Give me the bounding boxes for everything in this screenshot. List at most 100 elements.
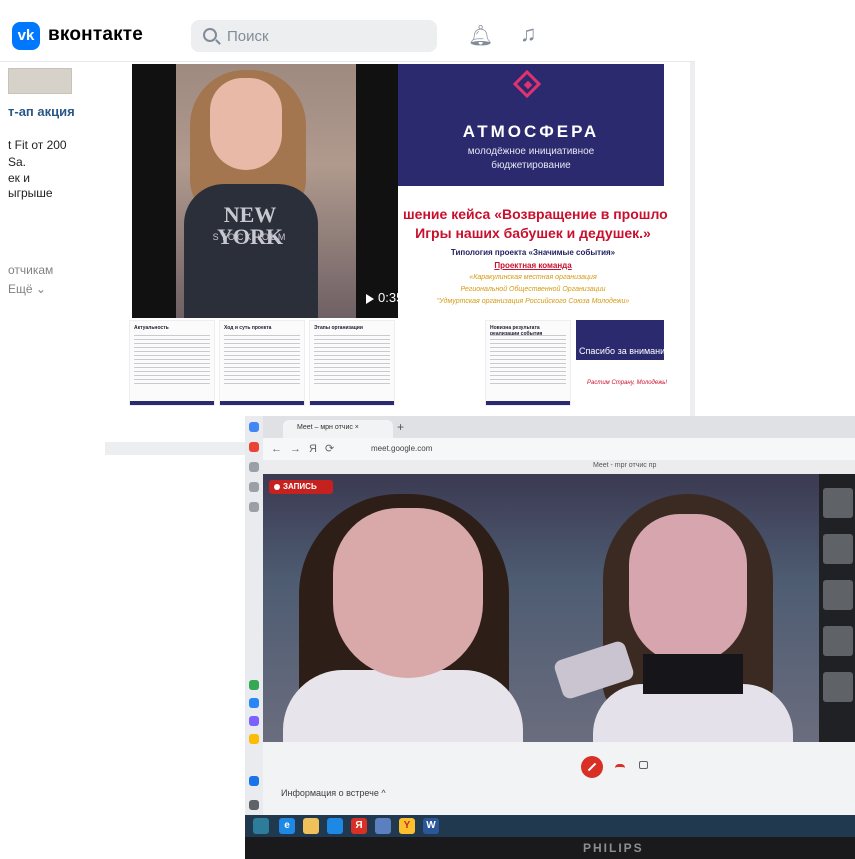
meet-window: Meet - mpr отчис пр ЗАПИСЬ Информация о … bbox=[263, 460, 855, 815]
search-input[interactable]: Поиск bbox=[191, 20, 437, 52]
record-dot-icon bbox=[274, 484, 280, 490]
history-icon[interactable] bbox=[249, 462, 259, 472]
case-org-line: "Удмуртская организация Российского Союз… bbox=[436, 298, 630, 305]
captions-icon[interactable] bbox=[639, 761, 648, 769]
shirt-print-subtext: STOCKHOLM bbox=[212, 232, 288, 242]
case-title-line: Игры наших бабушек и дедушек.» bbox=[415, 225, 651, 241]
new-tab-icon[interactable]: + bbox=[397, 420, 404, 434]
word-icon[interactable]: W bbox=[423, 818, 439, 834]
slide-subtitle: бюджетирование bbox=[491, 160, 571, 171]
video-feed bbox=[263, 474, 819, 742]
start-icon[interactable] bbox=[253, 818, 269, 834]
post-attachments: NEW YORK STOCKHOLM 0:35 АТМОСФЕРА молодё… bbox=[105, 62, 690, 442]
thumbnail-title: Актуальность bbox=[134, 325, 169, 331]
subscribers-link[interactable]: отчикам bbox=[8, 263, 53, 277]
mic-off-button[interactable] bbox=[581, 756, 603, 778]
folder-icon[interactable] bbox=[303, 818, 319, 834]
play-icon[interactable] bbox=[366, 294, 374, 304]
windows-taskbar: e Я Y W bbox=[245, 815, 855, 837]
case-team-heading: Проектная команда bbox=[494, 261, 572, 270]
slide-thumbnail[interactable]: Этапы организации bbox=[309, 320, 395, 406]
thumbnail-text bbox=[224, 335, 300, 385]
thumbnail-footer bbox=[310, 401, 394, 405]
downloads-icon[interactable] bbox=[249, 502, 259, 512]
thanks-text: Спасибо за внимание bbox=[579, 346, 671, 356]
browser-logo-icon[interactable] bbox=[249, 422, 259, 432]
vk-brand-name[interactable]: вконтакте bbox=[48, 24, 143, 46]
participant-sweater bbox=[283, 670, 523, 742]
case-typology: Типология проекта «Значимые события» bbox=[450, 248, 616, 257]
participant-face bbox=[333, 508, 483, 678]
thumbnail-text bbox=[490, 335, 566, 385]
slide-brand-title: АТМОСФЕРА bbox=[462, 122, 600, 141]
ad-title[interactable]: т-ап акция bbox=[8, 104, 75, 119]
yandex-icon[interactable]: Я bbox=[351, 818, 367, 834]
participant-face bbox=[629, 514, 747, 664]
ad-thumbnail[interactable] bbox=[8, 68, 72, 94]
bell-icon[interactable]: 🔔︎ bbox=[468, 24, 493, 48]
video-duration: 0:35 bbox=[378, 290, 398, 305]
thumbnail-text bbox=[314, 335, 390, 385]
app-icon[interactable] bbox=[249, 776, 259, 786]
participant-collar bbox=[643, 654, 743, 694]
slide-thumbnail[interactable]: Актуальность bbox=[129, 320, 215, 406]
ie-icon[interactable]: e bbox=[279, 818, 295, 834]
app-icon[interactable] bbox=[375, 818, 391, 834]
slide-thumbnail[interactable]: Ход и суть проекта bbox=[219, 320, 305, 406]
vk-left-sidebar: т-ап акция t Fit от 200 Sa. ек и ыгрыше … bbox=[0, 62, 105, 455]
thumbnail-footer bbox=[130, 401, 214, 405]
slide-atmosfera[interactable]: АТМОСФЕРА молодёжное инициативное бюджет… bbox=[398, 64, 664, 186]
monitor-bezel bbox=[245, 837, 855, 859]
vk-header: vk вконтакте Поиск 🔔︎ ♫ bbox=[0, 0, 695, 62]
participant-tile[interactable] bbox=[823, 534, 853, 564]
vk-logo[interactable]: vk bbox=[12, 22, 40, 50]
case-org-line: Региональной Общественной Организации bbox=[460, 286, 606, 293]
app-icon[interactable] bbox=[249, 716, 259, 726]
case-org-line: «Каракулинская местная организация bbox=[469, 274, 597, 281]
meeting-info-button[interactable]: Информация о встрече ^ bbox=[281, 788, 386, 798]
more-menu-link[interactable]: Ещё ⌄ bbox=[8, 282, 46, 296]
settings-icon[interactable] bbox=[249, 800, 259, 810]
ad-text-line: ыгрыше bbox=[8, 186, 53, 200]
recording-badge: ЗАПИСЬ bbox=[269, 480, 333, 494]
slide-subtitle: молодёжное инициативное bbox=[467, 146, 595, 157]
window-title: Meet - mpr отчис пр bbox=[593, 462, 657, 469]
search-placeholder: Поиск bbox=[227, 28, 269, 45]
vk-window: vk вконтакте Поиск 🔔︎ ♫ т-ап акция t Fit… bbox=[0, 0, 695, 455]
music-icon[interactable]: ♫ bbox=[520, 22, 537, 46]
yandex-browser-icon[interactable]: Y bbox=[399, 818, 415, 834]
address-bar: ←→Я⟳ meet.google.com bbox=[263, 438, 855, 460]
participant-tile[interactable] bbox=[823, 672, 853, 702]
notification-icon[interactable] bbox=[249, 442, 259, 452]
url-field[interactable]: meet.google.com bbox=[371, 444, 432, 453]
monitor-brand-label: PHILIPS bbox=[583, 841, 644, 855]
thanks-subtext: Растим Страну, Молодежь! bbox=[587, 380, 668, 386]
star-icon[interactable] bbox=[249, 482, 259, 492]
monitor-photo: Meet – мрн отчис × + ←→Я⟳ meet.google.co… bbox=[245, 416, 855, 859]
participant-tile[interactable] bbox=[823, 580, 853, 610]
ad-text-line: Sa. bbox=[8, 155, 27, 169]
slide-thumbnail[interactable]: Новизна результата реализации события bbox=[485, 320, 571, 406]
ad-text-line: ек и bbox=[8, 171, 30, 185]
nav-arrows-icon[interactable]: ←→Я⟳ bbox=[271, 442, 342, 455]
case-title-line: шение кейса «Возвращение в прошло bbox=[403, 206, 668, 222]
participant-tile[interactable] bbox=[823, 626, 853, 656]
recording-label: ЗАПИСЬ bbox=[283, 482, 317, 491]
video-person-face bbox=[210, 78, 282, 170]
thumbnail-title: Этапы организации bbox=[314, 325, 363, 331]
thumbnail-title: Ход и суть проекта bbox=[224, 325, 272, 331]
video-player[interactable]: NEW YORK STOCKHOLM 0:35 bbox=[132, 64, 398, 318]
search-icon bbox=[203, 28, 217, 42]
tab-meet[interactable]: Meet – мрн отчис × bbox=[283, 420, 393, 438]
mail-icon[interactable] bbox=[249, 734, 259, 744]
participant-tile[interactable] bbox=[823, 488, 853, 518]
browser-sidebar bbox=[245, 416, 263, 859]
end-call-icon[interactable] bbox=[615, 764, 625, 768]
drive-icon[interactable] bbox=[249, 680, 259, 690]
ad-text-line: t Fit от 200 bbox=[8, 138, 67, 152]
browser-tab-strip: Meet – мрн отчис × + bbox=[263, 416, 855, 438]
app-icon[interactable] bbox=[327, 818, 343, 834]
participants-strip bbox=[819, 474, 855, 742]
thumbnail-footer bbox=[486, 401, 570, 405]
vk-app-icon[interactable] bbox=[249, 698, 259, 708]
